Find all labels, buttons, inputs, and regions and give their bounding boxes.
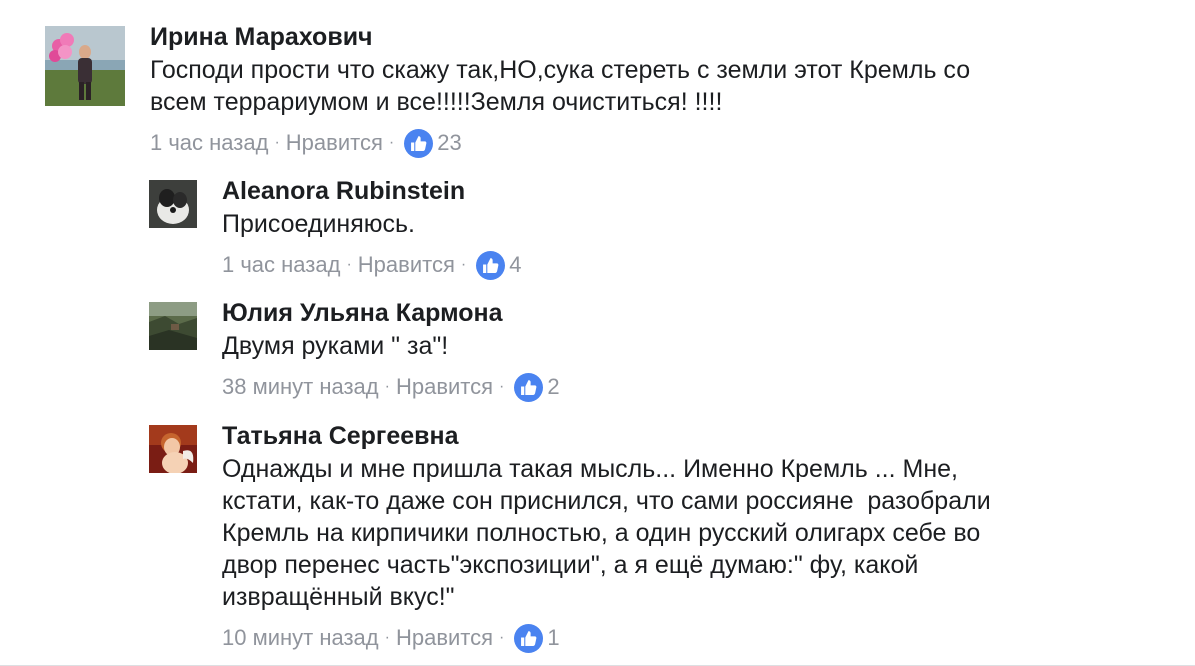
comment-meta: 1 час назад · Нравится · 23 xyxy=(150,128,970,158)
comment-timestamp[interactable]: 1 час назад xyxy=(150,130,268,156)
comment-timestamp[interactable]: 1 час назад xyxy=(222,252,340,278)
thumbs-up-icon[interactable] xyxy=(404,128,434,158)
separator: · xyxy=(384,629,390,646)
separator: · xyxy=(274,134,280,151)
avatar-photo-icon xyxy=(149,302,197,350)
comment: Ирина Марахович Господи прости что скажу… xyxy=(45,23,971,158)
comment-meta: 38 минут назад · Нравится · 2 xyxy=(222,372,560,402)
separator: · xyxy=(346,256,352,273)
like-count[interactable]: 2 xyxy=(547,374,559,400)
reply-comment: Юлия Ульяна Кармона Двумя руками " за"! … xyxy=(149,299,560,402)
reply-comment: Aleanora Rubinstein Присоединяюсь. 1 час… xyxy=(149,177,521,280)
comment-text: Присоединяюсь. xyxy=(222,210,415,238)
thumbs-up-icon[interactable] xyxy=(476,250,506,280)
comment-timestamp[interactable]: 10 минут назад xyxy=(222,625,379,651)
avatar-photo-icon xyxy=(149,180,197,228)
comment-text: Двумя руками " за"! xyxy=(222,332,449,360)
like-link[interactable]: Нравится xyxy=(358,252,455,278)
thumbs-up-icon[interactable] xyxy=(514,623,544,653)
comment-timestamp[interactable]: 38 минут назад xyxy=(222,374,379,400)
comment-meta: 1 час назад · Нравится · 4 xyxy=(222,250,521,280)
comment-author[interactable]: Aleanora Rubinstein xyxy=(222,176,521,206)
separator: · xyxy=(499,629,505,646)
thumbs-up-icon[interactable] xyxy=(514,372,544,402)
avatar[interactable] xyxy=(149,302,197,350)
like-count[interactable]: 23 xyxy=(437,130,461,156)
separator: · xyxy=(388,134,395,151)
avatar-photo-icon xyxy=(45,26,125,106)
avatar-photo-icon xyxy=(149,425,197,473)
separator: · xyxy=(460,256,467,273)
like-link[interactable]: Нравится xyxy=(396,625,493,651)
avatar[interactable] xyxy=(45,26,125,106)
separator: · xyxy=(499,378,505,395)
separator: · xyxy=(384,378,390,395)
like-link[interactable]: Нравится xyxy=(286,130,383,156)
comment-author[interactable]: Татьяна Сергеевна xyxy=(222,421,991,451)
avatar[interactable] xyxy=(149,180,197,228)
comment-author[interactable]: Юлия Ульяна Кармона xyxy=(222,298,560,328)
comment-text: Господи прости что скажу так,НО,сука сте… xyxy=(150,56,971,116)
comment-author[interactable]: Ирина Марахович xyxy=(150,22,970,52)
like-count[interactable]: 1 xyxy=(547,625,559,651)
comment-text: Однажды и мне пришла такая мысль... Имен… xyxy=(222,455,991,611)
avatar[interactable] xyxy=(149,425,197,473)
comment-meta: 10 минут назад · Нравится · 1 xyxy=(222,623,991,653)
like-link[interactable]: Нравится xyxy=(396,374,493,400)
like-count[interactable]: 4 xyxy=(509,252,521,278)
reply-comment: Татьяна Сергеевна Однажды и мне пришла т… xyxy=(149,422,991,653)
